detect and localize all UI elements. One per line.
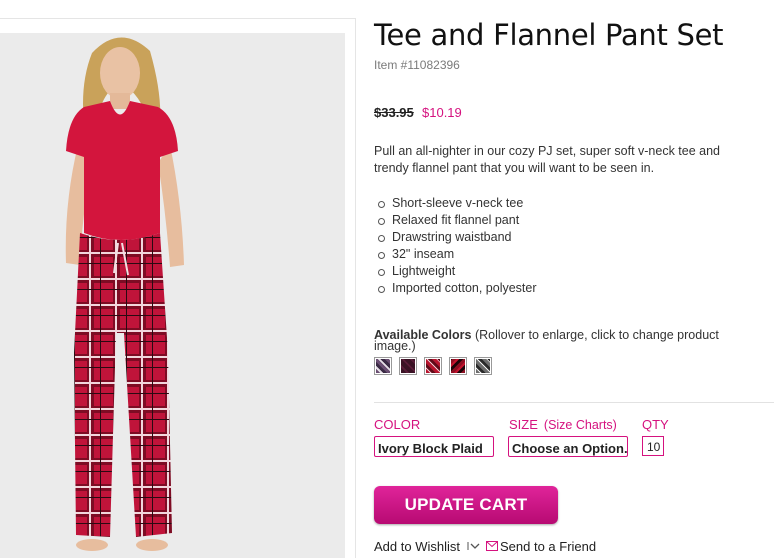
add-to-wishlist-link[interactable]: Add to Wishlist [374, 539, 460, 554]
qty-label: QTY [642, 417, 669, 432]
color-swatch-red-black-plaid[interactable] [449, 357, 467, 375]
original-price: $33.95 [374, 105, 414, 120]
mail-icon [486, 541, 498, 551]
size-select[interactable]: Choose an Option... [508, 436, 628, 457]
color-swatch-ivory-block-plaid[interactable] [374, 357, 392, 375]
product-image-panel [0, 18, 356, 558]
color-swatches [374, 357, 492, 375]
list-item: Short-sleeve v-neck tee [374, 195, 537, 212]
product-title: Tee and Flannel Pant Set [374, 18, 724, 52]
available-colors-heading: Available Colors (Rollover to enlarge, c… [374, 329, 764, 353]
color-swatch-dark-plum[interactable] [399, 357, 417, 375]
chevron-down-icon[interactable] [467, 541, 481, 551]
size-label-group: SIZE (Size Charts) [509, 417, 617, 432]
qty-input[interactable]: 10 [642, 436, 664, 456]
list-item: Lightweight [374, 263, 537, 280]
list-item: Imported cotton, polyester [374, 280, 537, 297]
list-item: 32" inseam [374, 246, 537, 263]
size-charts-link[interactable]: (Size Charts) [544, 418, 617, 432]
item-number: Item #11082396 [374, 58, 460, 72]
list-item: Relaxed fit flannel pant [374, 212, 537, 229]
divider [374, 402, 774, 403]
feature-list: Short-sleeve v-neck tee Relaxed fit flan… [374, 195, 537, 297]
color-label: COLOR [374, 417, 421, 432]
product-description: Pull an all-nighter in our cozy PJ set, … [374, 144, 721, 175]
size-label: SIZE [509, 417, 538, 432]
product-image[interactable] [0, 33, 345, 558]
list-item: Drawstring waistband [374, 229, 537, 246]
model-illustration [65, 37, 184, 551]
update-cart-button[interactable]: UPDATE CART [374, 486, 558, 524]
color-select[interactable]: Ivory Block Plaid [374, 436, 494, 457]
color-swatch-grey-plaid[interactable] [474, 357, 492, 375]
send-to-friend-link[interactable]: Send to a Friend [500, 539, 596, 554]
sale-price: $10.19 [422, 105, 462, 120]
color-swatch-red-plaid[interactable] [424, 357, 442, 375]
